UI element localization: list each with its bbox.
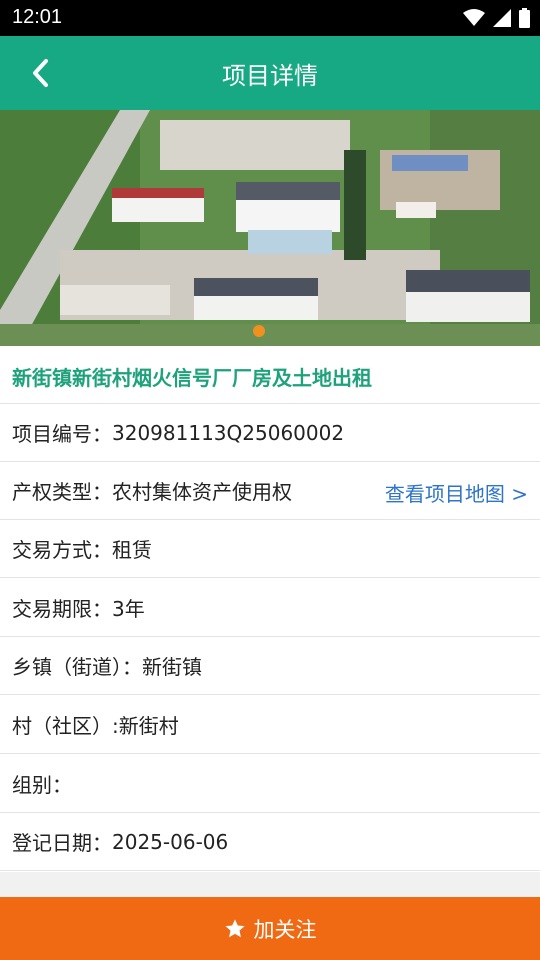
follow-button[interactable]: 加关注 [0,897,540,960]
trade-method-value: 租赁 [112,538,152,562]
detail-row-village: 村（社区）: 新街村 [0,696,540,754]
town-value: 新街镇 [142,655,202,679]
detail-row-register-date: 登记日期： 2025-06-06 [0,813,540,871]
carousel-indicator-dot[interactable] [253,325,265,337]
project-photo [0,110,540,346]
status-time: 12:01 [12,6,63,28]
project-title: 新街镇新街村烟火信号厂厂房及土地出租 [0,346,540,404]
property-type-value: 农村集体资产使用权 [112,480,292,504]
detail-row-town: 乡镇（街道）： 新街镇 [0,637,540,695]
app-bar: 项目详情 [0,36,540,110]
trade-method-label: 交易方式： [12,538,112,562]
detail-row-trade-term: 交易期限： 3年 [0,579,540,637]
group-label: 组别： [12,773,72,797]
town-label: 乡镇（街道）： [12,655,142,679]
trade-term-label: 交易期限： [12,597,112,621]
register-date-value: 2025-06-06 [112,829,229,854]
signal-icon [493,9,511,27]
village-label: 村（社区）: [12,714,119,738]
village-value: 新街村 [118,714,179,738]
property-type-label: 产权类型： [12,480,112,504]
detail-row-code: 项目编号： 320981113Q25060002 [0,404,540,462]
code-label: 项目编号： [12,422,112,446]
code-value: 320981113Q25060002 [112,420,345,445]
battery-icon [519,8,530,28]
follow-label: 加关注 [253,917,317,942]
wifi-icon [463,9,485,26]
page-title: 项目详情 [222,62,318,90]
detail-row-trade-method: 交易方式： 租赁 [0,520,540,578]
view-project-map-link[interactable]: 查看项目地图 > [385,478,528,507]
detail-row-group: 组别： [0,755,540,813]
status-icons [463,6,530,30]
project-image-carousel[interactable] [0,110,540,346]
star-icon [224,918,245,937]
status-bar: 12:01 [0,0,540,36]
trade-term-value: 3年 [112,597,145,621]
register-date-label: 登记日期： [12,831,112,855]
detail-row-property-type: 产权类型： 农村集体资产使用权 查看项目地图 > [0,462,540,520]
bottom-spacer [0,872,540,897]
